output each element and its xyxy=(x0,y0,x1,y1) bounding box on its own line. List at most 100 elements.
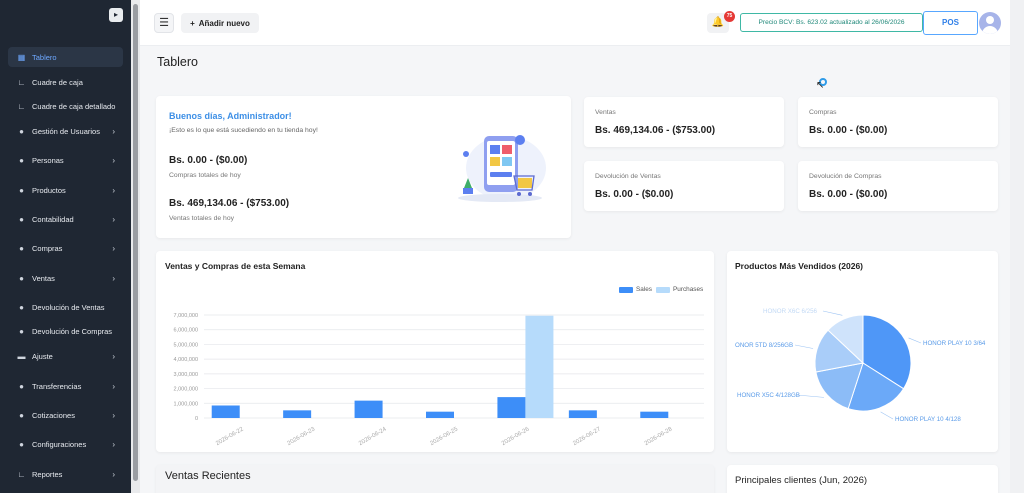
sidebar-item-cuadre-de-caja[interactable]: ∟ Cuadre de caja xyxy=(8,72,123,92)
chevron-right-icon: › xyxy=(112,469,115,479)
y-tick-label: 5,000,000 xyxy=(174,342,198,348)
y-tick-label: 6,000,000 xyxy=(174,328,198,334)
pie-chart: HONOR PLAY 10 3/64 HONOR PLAY 10 4/128 HON… xyxy=(735,308,986,423)
chart-axis-icon: ∟ xyxy=(17,77,26,87)
pie-label: HONOR PLAY 10 3/64 xyxy=(923,340,986,347)
adjust-icon: ▬ xyxy=(17,351,26,361)
shopping-illustration xyxy=(458,135,546,202)
cart-icon: ● xyxy=(19,273,24,283)
avatar[interactable] xyxy=(979,12,1001,34)
sidebar-item-cuadre-de-caja-detallado[interactable]: ∟ Cuadre de caja detallado xyxy=(8,96,123,116)
section-title: Ventas Recientes xyxy=(165,470,251,482)
stat-label: Compras xyxy=(809,109,837,116)
sidebar-item-label: Cuadre de caja detallado xyxy=(32,101,116,111)
bar-sales xyxy=(354,400,383,418)
chevron-right-icon: › xyxy=(112,243,115,253)
stat-card-sales: Ventas Bs. 469,134.06 - ($753.00) xyxy=(584,97,784,147)
today-purchases-value: Bs. 0.00 - ($0.00) xyxy=(169,155,248,166)
bar-sales xyxy=(497,397,526,418)
chevron-right-icon: › xyxy=(112,351,115,361)
dashboard-icon: ▦ xyxy=(17,52,26,62)
top-products-card: Productos Más Vendidos (2026) HONOR PLAY… xyxy=(727,251,998,452)
add-new-button[interactable]: + Añadir nuevo xyxy=(181,13,259,33)
pie-leader-line xyxy=(796,394,825,398)
sidebar-item-label: Personas xyxy=(32,155,64,165)
recent-sales-card: Ventas Recientes xyxy=(156,465,714,493)
pie-leader-line xyxy=(880,411,894,420)
today-sales-label: Ventas totales de hoy xyxy=(169,215,234,222)
x-tick-label: 2026-06-25 xyxy=(429,426,459,447)
bar-sales xyxy=(211,405,240,418)
sidebar-item-label: Configuraciones xyxy=(32,439,87,449)
pie-leader-line xyxy=(794,344,814,349)
bcv-rate-badge: Precio BCV: Bs. 623.02 actualizado al 26… xyxy=(740,13,923,32)
sidebar-item-ventas[interactable]: ● Ventas › xyxy=(8,268,123,288)
sidebar-item-label: Devolución de Compras xyxy=(32,326,113,336)
menu-toggle-button[interactable]: ☰ xyxy=(154,13,174,33)
add-new-label: Añadir nuevo xyxy=(198,18,250,28)
top-clients-card: Principales clientes (Jun, 2026) xyxy=(727,465,998,493)
y-tick-label: 1,000,000 xyxy=(174,401,198,407)
sidebar-item-personas[interactable]: ● Personas › xyxy=(8,150,123,170)
chevron-right-icon: › xyxy=(112,126,115,136)
greeting: Buenos días, Administrador! xyxy=(169,111,292,121)
settings-icon: ● xyxy=(19,439,24,449)
greeting-subtitle: ¡Esto es lo que está sucediendo en tu ti… xyxy=(169,127,318,134)
page-title: Tablero xyxy=(157,55,198,69)
bell-icon: 🔔 xyxy=(711,17,725,28)
chevron-right-icon: › xyxy=(112,381,115,391)
welcome-card: Buenos días, Administrador! ¡Esto es lo … xyxy=(156,96,571,238)
stat-value: Bs. 0.00 - ($0.00) xyxy=(809,125,888,136)
page-scrollbar[interactable] xyxy=(1010,0,1024,493)
y-tick-label: 0 xyxy=(195,416,198,422)
stat-value: Bs. 469,134.06 - ($753.00) xyxy=(595,125,716,136)
mouse-cursor-icon: ↖ xyxy=(816,80,825,91)
chevron-right-icon: › xyxy=(112,155,115,165)
hamburger-icon: ☰ xyxy=(159,17,169,29)
sidebar-item-label: Cotizaciones xyxy=(32,410,75,420)
sidebar-item-tablero[interactable]: ▦ Tablero xyxy=(8,47,123,67)
sidebar-item-label: Reportes xyxy=(32,469,63,479)
sidebar-item-compras[interactable]: ● Compras › xyxy=(8,238,123,258)
person-icon: ● xyxy=(19,155,24,165)
sidebar-item-reportes[interactable]: ∟ Reportes › xyxy=(8,464,123,484)
sidebar-item-configuraciones[interactable]: ● Configuraciones › xyxy=(8,434,123,454)
x-tick-label: 2026-06-22 xyxy=(215,426,245,447)
sidebar-item-gesti-n-de-usuarios[interactable]: ● Gestión de Usuarios › xyxy=(8,121,123,141)
topbar: ☰ + Añadir nuevo 🔔 75 Precio BCV: Bs. 62… xyxy=(140,0,1010,46)
sidebar-toggle-icon[interactable]: ▸ xyxy=(109,8,123,22)
sidebar-item-label: Devolución de Ventas xyxy=(32,302,105,312)
bar-sales xyxy=(640,411,669,418)
y-tick-label: 2,000,000 xyxy=(174,387,198,393)
chevron-right-icon: › xyxy=(112,185,115,195)
sidebar-item-devoluci-n-de-compras[interactable]: ● Devolución de Compras xyxy=(8,321,123,341)
sidebar-item-transferencias[interactable]: ● Transferencias › xyxy=(8,376,123,396)
sidebar-item-productos[interactable]: ● Productos › xyxy=(8,180,123,200)
sidebar-item-ajuste[interactable]: ▬ Ajuste › xyxy=(8,346,123,366)
notification-badge: 75 xyxy=(724,11,735,22)
sidebar-item-label: Cuadre de caja xyxy=(32,77,83,87)
sidebar-item-label: Transferencias xyxy=(32,381,82,391)
stat-card-sales-returns: Devolución de Ventas Bs. 0.00 - ($0.00) xyxy=(584,161,784,211)
bar-sales xyxy=(426,411,454,418)
x-tick-label: 2026-06-26 xyxy=(501,426,531,447)
pos-button[interactable]: POS xyxy=(923,11,978,35)
sidebar-scrollbar[interactable] xyxy=(131,0,140,493)
user-gear-icon: ● xyxy=(19,126,24,136)
bar-purchases xyxy=(525,315,554,418)
sidebar-item-label: Gestión de Usuarios xyxy=(32,126,100,136)
stat-label: Ventas xyxy=(595,109,616,116)
sidebar-item-label: Productos xyxy=(32,185,66,195)
sidebar-item-contabilidad[interactable]: ● Contabilidad › xyxy=(8,209,123,229)
sidebar-item-devoluci-n-de-ventas[interactable]: ● Devolución de Ventas xyxy=(8,297,123,317)
report-icon: ∟ xyxy=(17,469,26,479)
accounting-icon: ● xyxy=(19,214,24,224)
chevron-right-icon: › xyxy=(112,214,115,224)
sidebar-item-label: Contabilidad xyxy=(32,214,74,224)
chart-axis-icon: ∟ xyxy=(17,101,26,111)
sidebar-item-cotizaciones[interactable]: ● Cotizaciones › xyxy=(8,405,123,425)
bar-sales xyxy=(568,410,597,418)
quote-icon: ● xyxy=(19,410,24,420)
sidebar-item-label: Ajuste xyxy=(32,351,53,361)
scrollbar-thumb[interactable] xyxy=(133,4,138,481)
